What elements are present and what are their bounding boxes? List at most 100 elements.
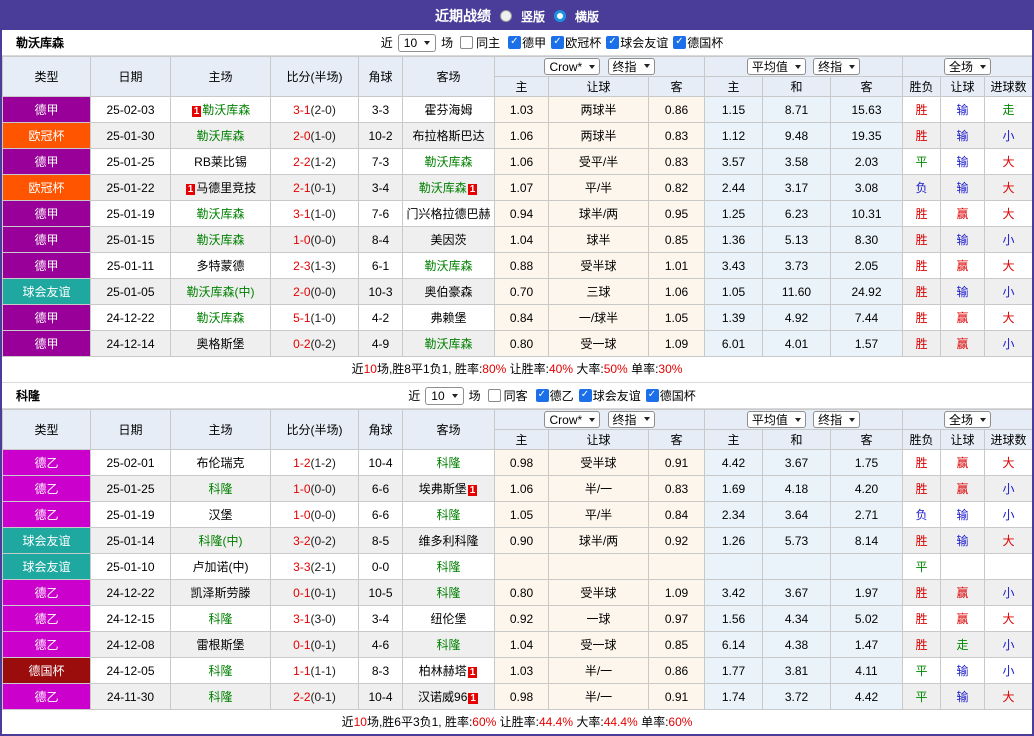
home-team: 科隆 [171, 684, 271, 710]
result-flag: 胜 [903, 227, 941, 253]
corner-count: 3-4 [359, 175, 403, 201]
league-filter-checkbox[interactable] [579, 389, 592, 402]
avg-draw: 4.34 [763, 606, 831, 632]
goals-flag: 小 [985, 476, 1033, 502]
final-odds-select-2[interactable]: 终指 [813, 58, 860, 75]
handicap-flag: 赢 [941, 450, 985, 476]
handicap-line: 受半球 [549, 253, 649, 279]
same-venue-checkbox[interactable] [488, 389, 501, 402]
summary-segment: 近 [342, 715, 354, 729]
score: 5-1(1-0) [271, 305, 359, 331]
home-team: RB莱比锡 [171, 149, 271, 175]
league-filter-checkbox[interactable] [646, 389, 659, 402]
league-filter-checkbox[interactable] [508, 36, 521, 49]
home-odds: 0.98 [495, 450, 549, 476]
match-row: 欧冠杯25-01-221马德里竞技2-1(0-1)3-4勒沃库森11.07平/半… [3, 175, 1033, 201]
league-filter-checkbox[interactable] [536, 389, 549, 402]
match-row: 球会友谊25-01-05勒沃库森(中)2-0(0-0)10-3奥伯豪森0.70三… [3, 279, 1033, 305]
league-badge: 德乙 [3, 450, 91, 476]
col-away-odds: 客 [649, 430, 705, 450]
horizontal-layout-radio[interactable] [554, 10, 566, 22]
league-filter-label: 德乙 [550, 387, 574, 404]
results-table: 类型 日期 主场 比分(半场) 角球 客场 Crow* 终指 平均值 终指 [2, 409, 1033, 710]
col-away: 客场 [403, 57, 495, 97]
bookmaker-select[interactable]: Crow* [544, 411, 600, 428]
summary-segment: 10 [364, 362, 377, 376]
section-summary: 近10场,胜6平3负1, 胜率:60% 让胜率:44.4% 大率:44.4% 单… [2, 710, 1032, 736]
col-result: 胜负 [903, 430, 941, 450]
handicap-flag: 走 [941, 632, 985, 658]
same-venue-checkbox[interactable] [460, 36, 473, 49]
league-filter-checkbox[interactable] [551, 36, 564, 49]
result-flag: 胜 [903, 305, 941, 331]
avg-draw: 11.60 [763, 279, 831, 305]
full-match-select[interactable]: 全场 [944, 58, 991, 75]
summary-segment: 44.4% [539, 715, 573, 729]
league-filter-checkbox[interactable] [673, 36, 686, 49]
vertical-layout-radio[interactable] [500, 10, 512, 22]
league-filter-label: 德国杯 [660, 387, 696, 404]
summary-segment: 场,胜8平1负1, 胜率: [377, 362, 482, 376]
result-flag: 胜 [903, 606, 941, 632]
average-select[interactable]: 平均值 [747, 58, 806, 75]
summary-segment: 场,胜6平3负1, 胜率: [367, 715, 472, 729]
match-date: 25-01-25 [91, 476, 171, 502]
away-team: 纽伦堡 [403, 606, 495, 632]
goals-flag: 大 [985, 175, 1033, 201]
bookmaker-value: Crow* [549, 60, 582, 74]
recent-count-select[interactable]: 10 [398, 34, 436, 52]
league-filter-label: 球会友谊 [620, 34, 668, 51]
avg-draw: 4.38 [763, 632, 831, 658]
score: 3-1(1-0) [271, 201, 359, 227]
league-badge: 德乙 [3, 580, 91, 606]
full-match-select[interactable]: 全场 [944, 411, 991, 428]
result-flag: 胜 [903, 632, 941, 658]
handicap-flag: 赢 [941, 606, 985, 632]
avg-home: 4.42 [705, 450, 763, 476]
avg-draw: 5.13 [763, 227, 831, 253]
average-select[interactable]: 平均值 [747, 411, 806, 428]
section-summary: 近10场,胜8平1负1, 胜率:80% 让胜率:40% 大率:50% 单率:30… [2, 357, 1032, 383]
home-team: 勒沃库森 [171, 227, 271, 253]
average-group-header: 平均值 终指 [705, 57, 903, 77]
col-corner: 角球 [359, 410, 403, 450]
recent-count-select[interactable]: 10 [425, 387, 463, 405]
home-team: 卢加诺(中) [171, 554, 271, 580]
home-odds: 1.06 [495, 123, 549, 149]
away-odds: 1.06 [649, 279, 705, 305]
col-avg-draw: 和 [763, 77, 831, 97]
final-odds-select[interactable]: 终指 [608, 58, 655, 75]
result-flag: 胜 [903, 331, 941, 357]
col-avg-home: 主 [705, 430, 763, 450]
home-team: 凯泽斯劳滕 [171, 580, 271, 606]
avg-home: 3.43 [705, 253, 763, 279]
avg-away: 1.47 [831, 632, 903, 658]
handicap-flag [941, 554, 985, 580]
corner-count: 4-2 [359, 305, 403, 331]
goals-flag: 小 [985, 331, 1033, 357]
goals-flag: 大 [985, 253, 1033, 279]
match-row: 德乙25-02-01布伦瑞克1-2(1-2)10-4科隆0.98受半球0.914… [3, 450, 1033, 476]
league-filter-checkbox[interactable] [606, 36, 619, 49]
home-odds: 0.98 [495, 684, 549, 710]
final-odds-select-2[interactable]: 终指 [813, 411, 860, 428]
full-match-value: 全场 [949, 411, 973, 428]
goals-flag: 大 [985, 149, 1033, 175]
score: 1-2(1-2) [271, 450, 359, 476]
result-flag: 平 [903, 149, 941, 175]
bookmaker-select[interactable]: Crow* [544, 58, 600, 75]
away-odds: 0.91 [649, 450, 705, 476]
goals-flag: 大 [985, 201, 1033, 227]
league-badge: 德乙 [3, 502, 91, 528]
match-date: 24-12-08 [91, 632, 171, 658]
avg-away: 15.63 [831, 97, 903, 123]
bookmaker-value: Crow* [549, 413, 582, 427]
handicap-line: 半/一 [549, 476, 649, 502]
league-badge: 球会友谊 [3, 279, 91, 305]
final-odds-select[interactable]: 终指 [608, 411, 655, 428]
odds-group-header: Crow* 终指 [495, 410, 705, 430]
match-row: 欧冠杯25-01-30勒沃库森2-0(1-0)10-2布拉格斯巴达1.06两球半… [3, 123, 1033, 149]
league-badge: 德乙 [3, 476, 91, 502]
handicap-flag: 输 [941, 123, 985, 149]
league-filter-group: 德甲欧冠杯球会友谊德国杯 [503, 34, 723, 51]
